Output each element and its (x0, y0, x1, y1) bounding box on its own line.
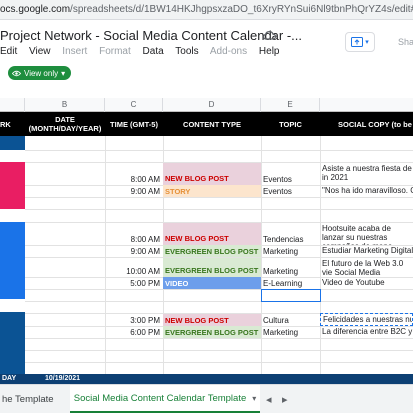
menu-view[interactable]: View (29, 46, 51, 57)
address-bar[interactable]: ocs.google.com/spreadsheets/d/1BW14HKJhg… (0, 0, 413, 20)
header-time: TIME (GMT-5) (110, 119, 158, 129)
present-icon (351, 37, 364, 47)
cell-content-type[interactable]: NEW BLOG POST (163, 163, 261, 185)
cloud-status-icon[interactable] (262, 30, 276, 40)
grid-line (25, 209, 413, 210)
column-header-a[interactable] (0, 98, 25, 112)
cell-topic[interactable]: Cultura (261, 314, 320, 326)
sheet-tab-social-media-calendar[interactable]: Social Media Content Calendar Template ▾ (70, 385, 260, 413)
cell-content-type[interactable]: EVERGREEN BLOG POST (163, 258, 261, 277)
menu-bar: Edit View Insert Format Data Tools Add-o… (0, 46, 288, 57)
column-header-e[interactable]: E (261, 98, 320, 112)
spreadsheet-grid[interactable]: RK DATE (MONTH/DAY/YEAR) TIME (GMT-5) CO… (0, 112, 413, 384)
sheet-tabs-bar: he Template Social Media Content Calenda… (0, 384, 413, 413)
scroll-left-icon[interactable]: ◂ (266, 393, 272, 406)
cell-social-copy[interactable]: Felicidades a nuestras nueva (320, 313, 413, 326)
cell-social-copy[interactable]: El futuro de la Web 3.0 vie Social Media (320, 258, 413, 277)
column-header-f[interactable] (320, 98, 413, 112)
cell-topic[interactable]: Eventos (261, 173, 320, 185)
cell-topic[interactable]: Marketing (261, 265, 320, 277)
scroll-right-icon[interactable]: ▸ (282, 393, 288, 406)
cell-time[interactable]: 9:00 AM (105, 185, 163, 197)
menu-data[interactable]: Data (143, 46, 164, 57)
cell-time[interactable]: 9:00 AM (105, 245, 163, 257)
header-date: DATE (MONTH/DAY/YEAR) (28, 115, 102, 133)
row-color-bar (0, 312, 25, 374)
grid-line (25, 150, 413, 151)
cell-time[interactable]: 8:00 AM (105, 233, 163, 245)
sheet-tab-label: Social Media Content Calendar Template (73, 392, 247, 404)
url-text[interactable]: ocs.google.com/spreadsheets/d/1BW14HKJhg… (0, 4, 413, 15)
grid-line (25, 350, 413, 351)
grid-line (25, 338, 413, 339)
menu-addons[interactable]: Add-ons (210, 46, 247, 57)
grid-line (25, 289, 413, 290)
cell-social-copy[interactable]: Video de Youtube (320, 277, 413, 289)
cell-content-type[interactable]: VIDEO (163, 277, 261, 289)
cell-time[interactable]: 6:00 PM (105, 326, 163, 338)
column-header-bar: B C D E (0, 98, 413, 112)
cell-time[interactable]: 8:00 AM (105, 173, 163, 185)
sheet-tab-template[interactable]: he Template (0, 385, 62, 413)
cell-time[interactable]: 5:00 PM (105, 277, 163, 289)
cell-topic[interactable]: E-Learning (261, 277, 320, 289)
cell-time[interactable]: 10:00 AM (105, 265, 163, 277)
menu-tools[interactable]: Tools (175, 46, 198, 57)
row-color-bar (0, 136, 25, 150)
column-header-c[interactable]: C (105, 98, 163, 112)
view-only-button[interactable]: View only ▾ (8, 66, 72, 80)
menu-format[interactable]: Format (99, 46, 131, 57)
cell-content-type[interactable]: EVERGREEN BLOG POST (163, 326, 261, 338)
view-only-label: View only (24, 68, 59, 78)
menu-help[interactable]: Help (259, 46, 280, 57)
grid-line (25, 362, 413, 363)
present-button[interactable]: ▾ (345, 32, 375, 52)
cell-social-copy[interactable]: Hootsuite acaba de lanzar su nuestras ca… (320, 223, 413, 245)
cell-time[interactable]: 3:00 PM (105, 314, 163, 326)
grid-line (25, 301, 413, 302)
row-color-bar (0, 162, 25, 209)
date-row-date[interactable]: 10/19/2021 (45, 375, 80, 382)
cell-topic[interactable]: Tendencias (261, 233, 320, 245)
column-header-b[interactable]: B (25, 98, 105, 112)
column-header-d[interactable]: D (163, 98, 261, 112)
row-color-bar (0, 222, 25, 299)
cell-topic[interactable]: Marketing (261, 245, 320, 257)
header-row: RK DATE (MONTH/DAY/YEAR) TIME (GMT-5) CO… (0, 112, 413, 136)
cell-social-copy[interactable]: Asiste a nuestra fiesta de in 2021 (320, 163, 413, 185)
menu-edit[interactable]: Edit (0, 46, 17, 57)
share-button-label[interactable]: Sha (398, 37, 413, 47)
cell-content-type[interactable]: STORY (163, 185, 261, 197)
grid-line (25, 197, 413, 198)
cell-topic[interactable]: Eventos (261, 185, 320, 197)
menu-insert[interactable]: Insert (62, 46, 87, 57)
cell-social-copy[interactable]: Estudiar Marketing Digital h (320, 245, 413, 257)
cell-social-copy[interactable]: La diferencia entre B2C y B2 (320, 326, 413, 338)
selected-cell[interactable] (261, 289, 321, 302)
header-content-type: CONTENT TYPE (183, 119, 241, 129)
eye-icon (12, 70, 21, 76)
header-topic: TOPIC (279, 119, 302, 129)
document-title[interactable]: Project Network - Social Media Content C… (0, 28, 302, 43)
cell-content-type[interactable]: NEW BLOG POST (163, 223, 261, 245)
sheets-header: Project Network - Social Media Content C… (0, 20, 413, 88)
cell-content-type[interactable]: NEW BLOG POST (163, 314, 261, 326)
cell-topic[interactable]: Marketing (261, 326, 320, 338)
chevron-down-icon: ▾ (61, 68, 66, 78)
date-row: DAY 10/19/2021 (0, 374, 413, 384)
chevron-down-icon[interactable]: ▾ (252, 394, 256, 403)
chevron-down-icon: ▾ (365, 39, 369, 46)
date-row-day-label: DAY (2, 375, 17, 382)
cell-social-copy[interactable]: "Nos ha ido maravilloso. Gra (320, 185, 413, 197)
header-social-copy: SOCIAL COPY (to be fil (338, 119, 413, 129)
cell-content-type[interactable]: EVERGREEN BLOG POST (163, 245, 261, 257)
header-col-a: RK (0, 119, 11, 129)
